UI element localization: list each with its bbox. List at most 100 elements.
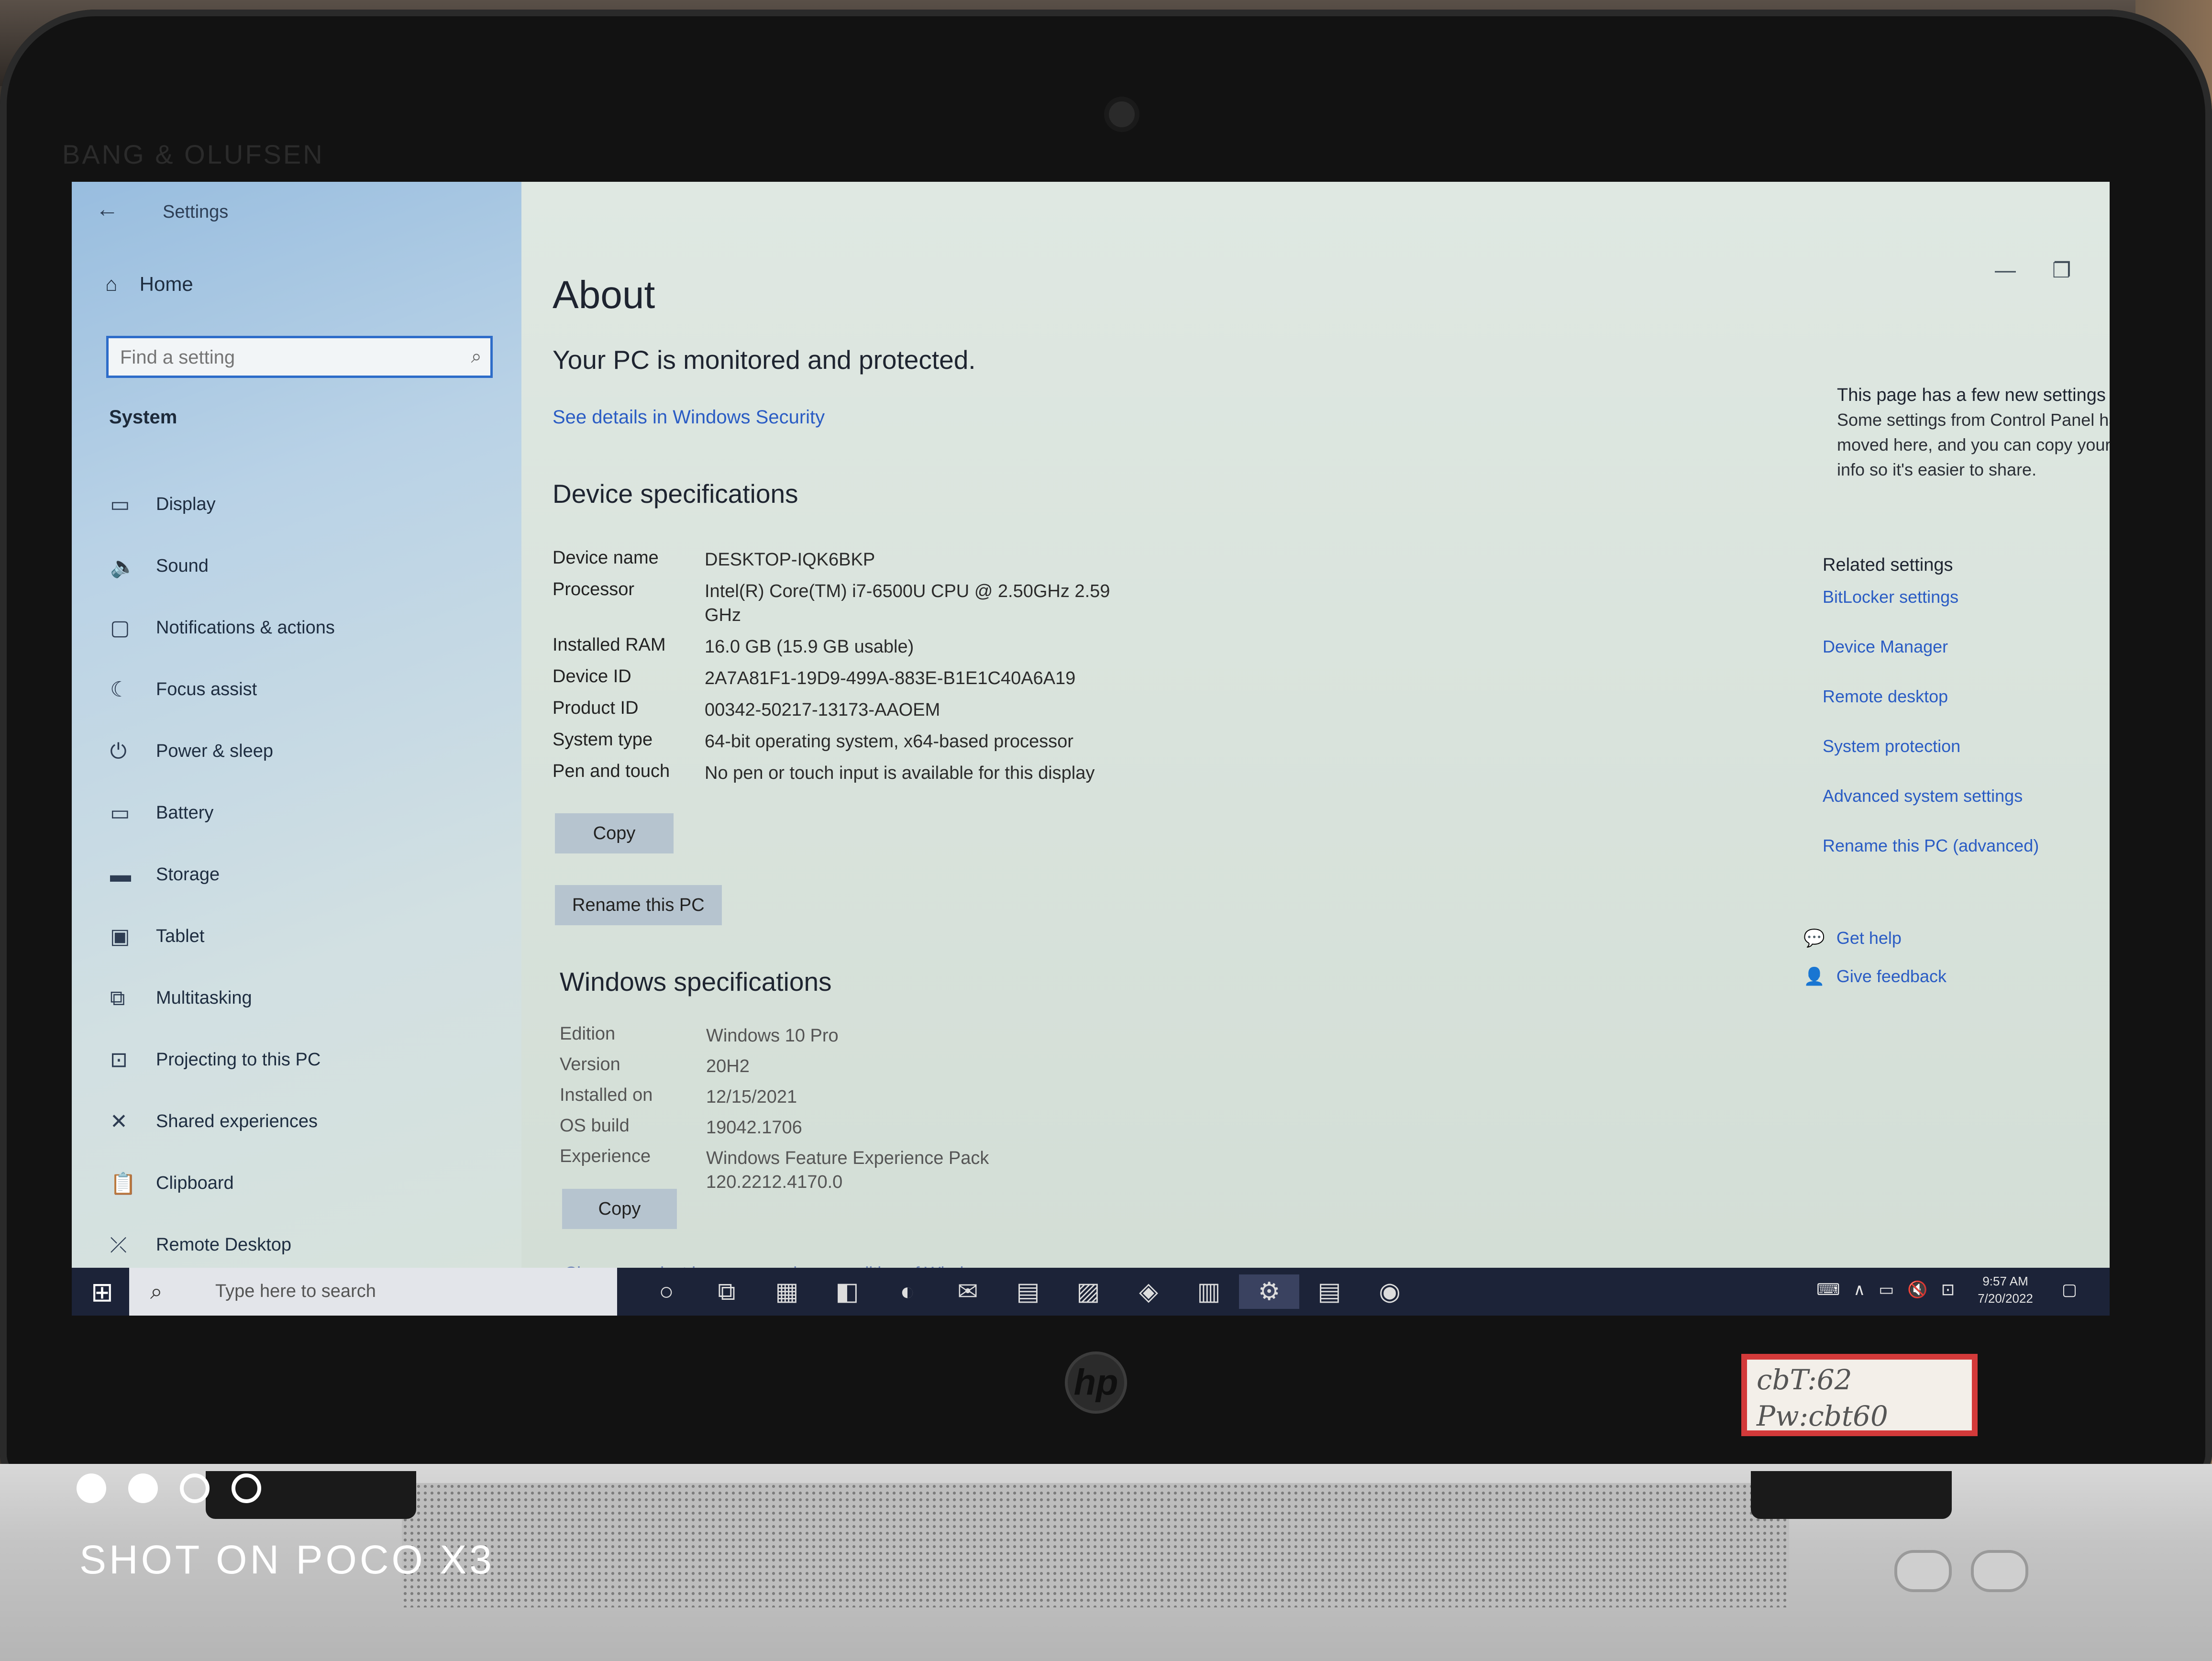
spec-row: Device ID 2A7A81F1-19D9-499A-883E-B1E1C40… — [553, 666, 1126, 690]
tablet-icon: ▣ — [110, 925, 130, 948]
system-protection-link[interactable]: System protection — [1823, 736, 2110, 786]
spec-key: Experience — [560, 1146, 651, 1166]
restore-icon[interactable]: ❐ — [2052, 258, 2071, 283]
sidebar-item-notifications[interactable]: ▢ Notifications & actions — [110, 597, 335, 659]
minimize-icon[interactable]: — — [1995, 258, 2016, 282]
spec-row: Product ID 00342-50217-13173-AAOEM — [553, 698, 1126, 722]
office-icon[interactable]: ◧ — [817, 1274, 877, 1309]
spec-key: Device ID — [553, 666, 631, 687]
photos-icon[interactable]: ▨ — [1058, 1274, 1118, 1309]
clock[interactable]: 9:57 AM 7/20/2022 — [1978, 1273, 2033, 1307]
power-icon: ⏻ — [110, 739, 127, 763]
windows-security-link[interactable]: See details in Windows Security — [553, 407, 825, 428]
chevron-up-icon[interactable]: ∧ — [1853, 1280, 1865, 1299]
sidebar-item-tablet[interactable]: ▣ Tablet — [110, 906, 335, 967]
help-links: 💬 Get help 👤 Give feedback — [1803, 928, 1947, 1005]
copy-windows-specs-button[interactable]: Copy — [562, 1189, 677, 1229]
settings-search[interactable]: ⌕ — [106, 336, 493, 378]
sidebar-item-label: Remote Desktop — [156, 1235, 292, 1255]
advanced-system-settings-link[interactable]: Advanced system settings — [1823, 786, 2110, 836]
copy-device-specs-button[interactable]: Copy — [555, 813, 674, 853]
teams-icon[interactable]: ◈ — [1118, 1274, 1179, 1309]
page-title: About — [553, 273, 655, 317]
sticker-line-1: cbT:62 — [1757, 1363, 1852, 1396]
volume-icon[interactable]: 🔇 — [1907, 1280, 1927, 1299]
watermark-dot — [232, 1473, 261, 1503]
multitask-icon: ⧉ — [110, 986, 125, 1010]
spec-row: Processor Intel(R) Core(TM) i7-6500U CPU … — [553, 579, 1126, 627]
sidebar-item-label: Storage — [156, 864, 220, 885]
cortana-icon[interactable]: ○ — [636, 1274, 697, 1309]
notification-center-icon[interactable]: ▢ — [2062, 1280, 2077, 1299]
notepad-icon[interactable]: ▥ — [1179, 1274, 1239, 1309]
sidebar-item-battery[interactable]: ▭ Battery — [110, 782, 335, 844]
sidebar-item-remote-desktop[interactable]: ⤫ Remote Desktop — [110, 1214, 335, 1276]
battery-icon[interactable]: ▭ — [1879, 1280, 1894, 1299]
sidebar-item-shared[interactable]: ✕ Shared experiences — [110, 1091, 335, 1152]
spec-key: Installed RAM — [553, 635, 666, 655]
spec-value: 20H2 — [706, 1056, 750, 1076]
hardware-button — [1894, 1550, 1952, 1592]
webcam — [1109, 101, 1135, 127]
sidebar-item-label: Multitasking — [156, 988, 252, 1008]
store-icon[interactable]: ▦ — [757, 1274, 817, 1309]
sheets-icon[interactable]: ▤ — [1299, 1274, 1360, 1309]
sidebar-item-clipboard[interactable]: 📋 Clipboard — [110, 1152, 335, 1214]
windows-start-icon[interactable]: ⊞ — [91, 1276, 113, 1308]
home-icon: ⌂ — [105, 273, 118, 295]
sidebar-item-multitasking[interactable]: ⧉ Multitasking — [110, 967, 335, 1029]
settings-icon[interactable]: ⚙ — [1239, 1274, 1299, 1309]
keyboard-icon[interactable]: ⌨ — [1816, 1280, 1840, 1299]
bitlocker-settings-link[interactable]: BitLocker settings — [1823, 587, 2110, 637]
edge-icon[interactable]: ◐ — [877, 1274, 938, 1309]
spec-key: Edition — [560, 1024, 616, 1044]
task-view-icon[interactable]: ⧉ — [697, 1274, 757, 1309]
nav-home[interactable]: ⌂ Home — [105, 273, 193, 296]
sidebar-item-label: Shared experiences — [156, 1111, 318, 1131]
rename-pc-advanced-link[interactable]: Rename this PC (advanced) — [1823, 836, 2110, 886]
network-icon[interactable]: ⊡ — [1941, 1280, 1955, 1299]
chrome-icon[interactable]: ◉ — [1360, 1274, 1420, 1309]
sidebar-item-projecting[interactable]: ⊡ Projecting to this PC — [110, 1029, 335, 1091]
spec-value: No pen or touch input is available for t… — [705, 763, 1095, 783]
device-specs-table: Device name DESKTOP-IQK6BKP Processor Inte… — [553, 548, 1126, 793]
note-body: Some settings from Control Panel have mo… — [1837, 410, 2110, 479]
spec-row: Installed RAM 16.0 GB (15.9 GB usable) — [553, 635, 1126, 659]
battery-icon: ▭ — [110, 801, 130, 825]
spec-value: Windows Feature Experience Pack 120.2212… — [706, 1148, 989, 1192]
feedback-icon: 👤 — [1803, 966, 1825, 986]
sidebar-item-storage[interactable]: ▬ Storage — [110, 844, 335, 906]
device-manager-link[interactable]: Device Manager — [1823, 637, 2110, 687]
watermark-dot — [77, 1473, 106, 1503]
sidebar-item-label: Sound — [156, 556, 209, 576]
clock-time: 9:57 AM — [1982, 1274, 2028, 1288]
related-heading: Related settings — [1823, 555, 1953, 575]
get-help-link[interactable]: 💬 Get help — [1803, 928, 1947, 966]
nav-home-label: Home — [139, 273, 193, 295]
watermark-dot — [180, 1473, 210, 1503]
hinge-right — [1751, 1471, 1952, 1519]
search-icon[interactable]: ⌕ — [471, 346, 482, 367]
about-content: — ❐ ✕ About Your PC is monitored and pro… — [521, 182, 2110, 1283]
give-feedback-link[interactable]: 👤 Give feedback — [1803, 966, 1947, 1005]
help-icon: 💬 — [1803, 928, 1825, 948]
spec-row: OS build 19042.1706 — [560, 1116, 1127, 1140]
mail-icon[interactable]: ✉ — [938, 1274, 998, 1309]
sidebar-item-power[interactable]: ⏻ Power & sleep — [110, 720, 335, 782]
password-sticker: cbT:62 Pw:cbt60 — [1741, 1354, 1978, 1436]
taskbar-search[interactable]: ⌕ Type here to search — [129, 1268, 617, 1316]
sidebar-item-label: Power & sleep — [156, 741, 274, 761]
back-arrow-icon[interactable]: ← — [96, 196, 119, 222]
file-explorer-icon[interactable]: ▤ — [998, 1274, 1058, 1309]
search-input[interactable] — [109, 338, 456, 376]
spec-row: Edition Windows 10 Pro — [560, 1024, 1127, 1048]
spec-value: DESKTOP-IQK6BKP — [705, 550, 875, 570]
taskbar-search-placeholder: Type here to search — [215, 1281, 376, 1301]
sidebar-item-sound[interactable]: 🔈 Sound — [110, 535, 335, 597]
protection-status: Your PC is monitored and protected. — [553, 345, 976, 375]
sidebar-item-display[interactable]: ▭ Display — [110, 474, 335, 535]
remote-desktop-link[interactable]: Remote desktop — [1823, 687, 2110, 736]
sidebar-item-focus-assist[interactable]: ☾ Focus assist — [110, 659, 335, 720]
rename-pc-button[interactable]: Rename this PC — [555, 885, 722, 925]
windows-specs-table: Edition Windows 10 Pro Version 20H2 Instal… — [560, 1024, 1127, 1201]
